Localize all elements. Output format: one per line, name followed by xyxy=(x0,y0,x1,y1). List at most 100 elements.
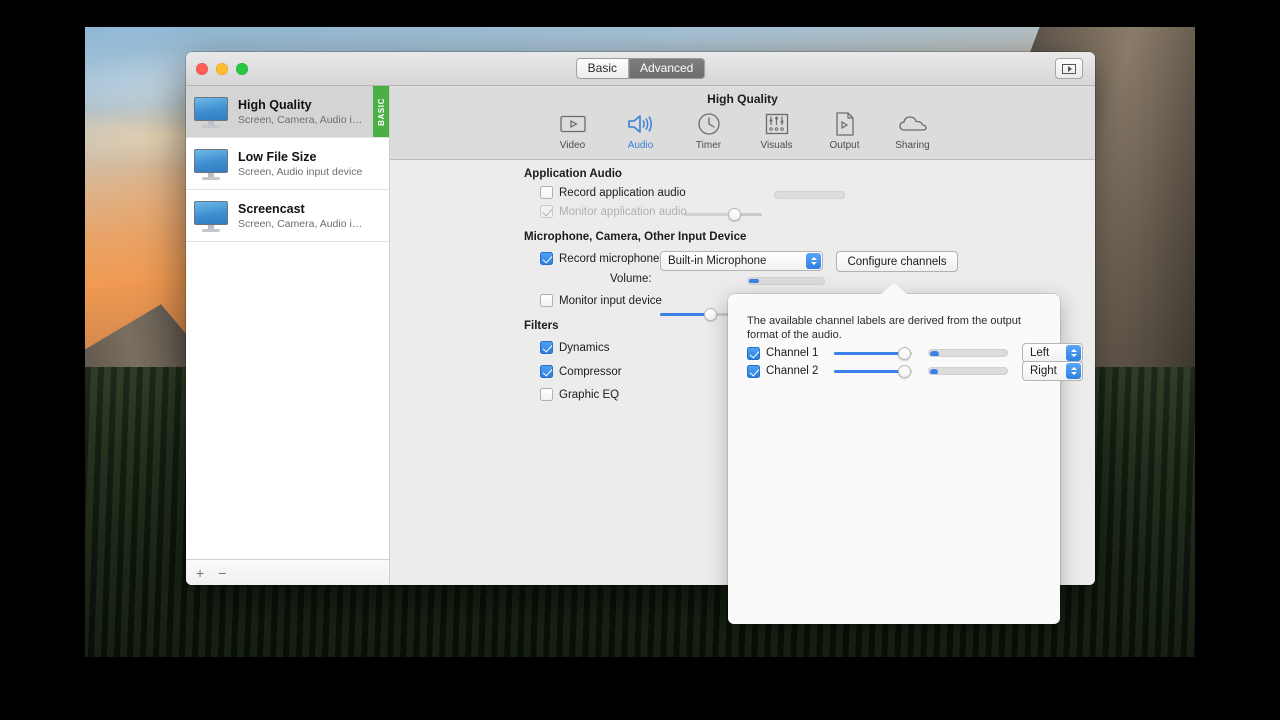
microphone-device-select[interactable]: Built-in Microphone xyxy=(660,251,823,271)
preset-title: Low File Size xyxy=(238,149,317,164)
record-play-icon xyxy=(1062,63,1076,74)
tab-label: Audio xyxy=(627,140,654,151)
chevron-updown-icon[interactable] xyxy=(1066,363,1081,379)
tab-sharing[interactable]: Sharing xyxy=(890,109,936,151)
preset-subtitle: Screen, Camera, Audio inpu... xyxy=(238,113,365,126)
preset-item-low-file-size[interactable]: Low File Size Screen, Audio input device xyxy=(186,138,389,190)
remove-preset-button[interactable]: − xyxy=(218,566,226,580)
audio-icon xyxy=(618,109,664,139)
tab-advanced[interactable]: Advanced xyxy=(628,59,705,78)
minimize-button[interactable] xyxy=(216,63,228,75)
monitor-application-audio-label: Monitor application audio xyxy=(559,205,687,218)
presets-sidebar: High Quality Screen, Camera, Audio inpu.… xyxy=(186,86,390,585)
settings-toolbar: High Quality Video Audio Timer Visuals O… xyxy=(390,86,1095,160)
timer-icon xyxy=(686,109,732,139)
channel-1-assignment-value: Left xyxy=(1030,347,1050,359)
preset-item-screencast[interactable]: Screencast Screen, Camera, Audio inpu... xyxy=(186,190,389,242)
configure-channels-button[interactable]: Configure channels xyxy=(836,251,958,272)
window-titlebar: Basic Advanced xyxy=(186,52,1095,86)
monitor-input-device-checkbox[interactable] xyxy=(540,294,553,307)
traffic-lights xyxy=(196,63,248,75)
channel-1-meter xyxy=(928,349,1008,357)
channel-2-label: Channel 2 xyxy=(766,365,819,377)
filter-graphic-eq-checkbox[interactable] xyxy=(540,388,553,401)
toolbar-icon-row: Video Audio Timer Visuals Output Sharing xyxy=(390,109,1095,151)
tab-basic[interactable]: Basic xyxy=(576,59,629,78)
basic-badge-label: BASIC xyxy=(376,97,386,126)
record-application-audio-checkbox[interactable] xyxy=(540,186,553,199)
popover-description: The available channel labels are derived… xyxy=(747,315,1021,341)
filter-compressor-row[interactable]: Compressor xyxy=(540,365,622,378)
filter-compressor-checkbox[interactable] xyxy=(540,365,553,378)
channel-1-checkbox[interactable] xyxy=(747,346,760,360)
tab-label: Timer xyxy=(695,140,722,151)
record-button[interactable] xyxy=(1055,58,1083,79)
sharing-icon xyxy=(890,109,936,139)
display-icon xyxy=(192,199,230,233)
record-application-audio-row[interactable]: Record application audio xyxy=(540,186,686,199)
channel-2-gain-slider[interactable] xyxy=(834,364,912,378)
monitor-application-audio-checkbox xyxy=(540,205,553,218)
filter-compressor-label: Compressor xyxy=(559,365,622,378)
channel-2-assignment-value: Right xyxy=(1030,365,1057,377)
filter-graphic-eq-label: Graphic EQ xyxy=(559,388,620,401)
chevron-updown-icon[interactable] xyxy=(1066,345,1081,361)
filter-dynamics-label: Dynamics xyxy=(559,341,610,354)
basic-badge: BASIC xyxy=(373,86,389,137)
output-icon xyxy=(822,109,868,139)
tab-label: Sharing xyxy=(895,140,930,151)
application-audio-slider[interactable] xyxy=(684,207,762,221)
section-heading-filters: Filters xyxy=(524,320,559,332)
tab-video[interactable]: Video xyxy=(550,109,596,151)
channel-row-2[interactable]: Channel 2 Right xyxy=(747,361,1083,381)
configure-channels-popover: The available channel labels are derived… xyxy=(728,283,1083,624)
close-button[interactable] xyxy=(196,63,208,75)
record-application-audio-label: Record application audio xyxy=(559,186,686,199)
monitor-input-device-label: Monitor input device xyxy=(559,294,662,307)
visuals-icon xyxy=(754,109,800,139)
tab-visuals[interactable]: Visuals xyxy=(754,109,800,151)
preset-subtitle: Screen, Audio input device xyxy=(238,165,363,178)
sidebar-footer: + − xyxy=(186,559,389,585)
preset-list: High Quality Screen, Camera, Audio inpu.… xyxy=(186,86,389,559)
chevron-updown-icon[interactable] xyxy=(806,253,821,269)
preset-title: High Quality xyxy=(238,97,312,112)
toolbar-preset-title: High Quality xyxy=(707,92,778,106)
volume-slider[interactable] xyxy=(660,307,738,321)
mode-segmented-control[interactable]: Basic Advanced xyxy=(575,58,706,79)
channel-1-assignment-select[interactable]: Left xyxy=(1022,343,1083,363)
channel-2-assignment-select[interactable]: Right xyxy=(1022,361,1083,381)
tab-output[interactable]: Output xyxy=(822,109,868,151)
volume-meter xyxy=(747,277,825,285)
filter-dynamics-checkbox[interactable] xyxy=(540,341,553,354)
filter-dynamics-row[interactable]: Dynamics xyxy=(540,341,609,354)
preset-title: Screencast xyxy=(238,201,305,216)
channel-1-gain-slider[interactable] xyxy=(834,346,912,360)
zoom-button[interactable] xyxy=(236,63,248,75)
tab-timer[interactable]: Timer xyxy=(686,109,732,151)
tab-label: Output xyxy=(829,140,860,151)
display-icon xyxy=(192,147,230,181)
record-microphone-row[interactable]: Record microphone xyxy=(540,252,659,265)
microphone-device-value: Built-in Microphone xyxy=(668,255,767,267)
application-audio-meter xyxy=(774,191,845,199)
filter-graphic-eq-row[interactable]: Graphic EQ xyxy=(540,388,619,401)
channel-2-meter xyxy=(928,367,1008,375)
tab-audio[interactable]: Audio xyxy=(618,109,664,151)
channel-2-checkbox[interactable] xyxy=(747,364,760,378)
video-icon xyxy=(550,109,596,139)
channel-1-label: Channel 1 xyxy=(766,347,819,359)
display-icon xyxy=(192,95,230,129)
add-preset-button[interactable]: + xyxy=(196,566,204,580)
tab-label: Video xyxy=(559,140,586,151)
record-microphone-checkbox[interactable] xyxy=(540,252,553,265)
preset-item-high-quality[interactable]: High Quality Screen, Camera, Audio inpu.… xyxy=(186,86,389,138)
channel-row-1[interactable]: Channel 1 Left xyxy=(747,343,1083,363)
monitor-application-audio-row: Monitor application audio xyxy=(540,205,687,218)
monitor-input-device-row[interactable]: Monitor input device xyxy=(540,294,662,307)
tab-label: Visuals xyxy=(760,140,793,151)
volume-label: Volume: xyxy=(610,273,652,285)
section-heading-input-device: Microphone, Camera, Other Input Device xyxy=(524,231,747,243)
section-heading-application-audio: Application Audio xyxy=(524,168,622,180)
preset-subtitle: Screen, Camera, Audio inpu... xyxy=(238,217,365,230)
